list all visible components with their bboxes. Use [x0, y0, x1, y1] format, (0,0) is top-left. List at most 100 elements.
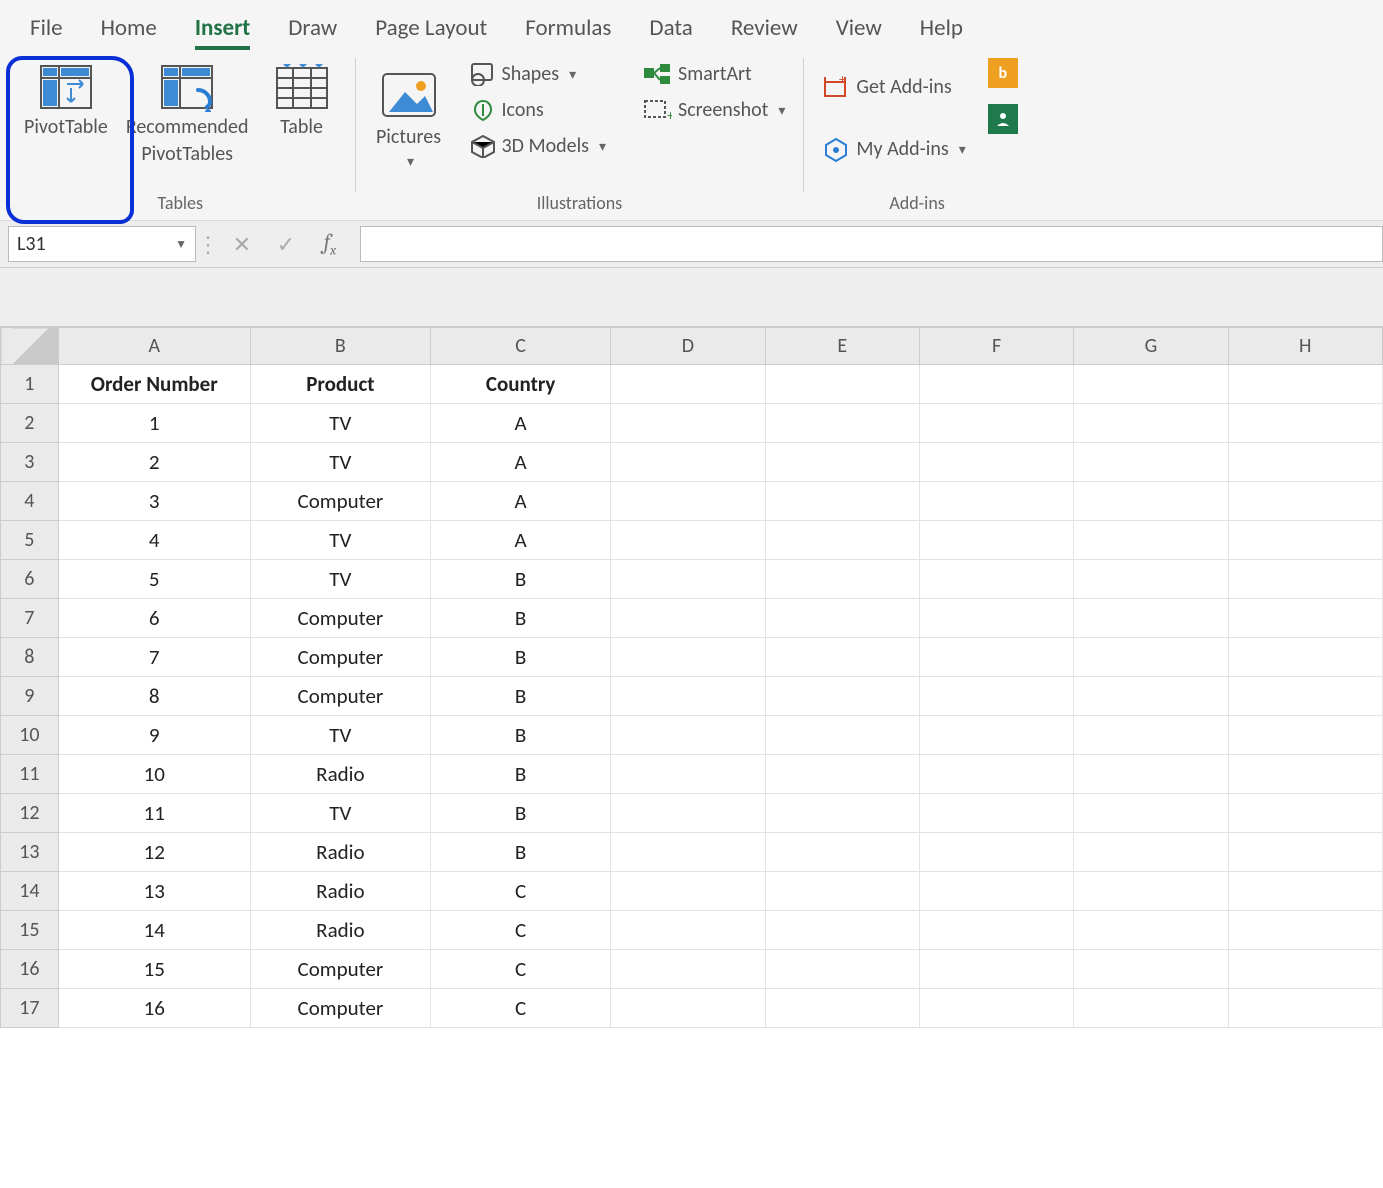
cell-A12[interactable]: 11 [58, 794, 250, 833]
3dmodels-button[interactable]: 3D Models ▾ [464, 130, 613, 162]
tab-home[interactable]: Home [101, 14, 157, 50]
cell-H15[interactable] [1228, 911, 1382, 950]
cell-H2[interactable] [1228, 404, 1382, 443]
cell-H7[interactable] [1228, 599, 1382, 638]
cell-B1[interactable]: Product [250, 365, 430, 404]
tab-data[interactable]: Data [649, 14, 692, 50]
cell-C16[interactable]: C [431, 950, 611, 989]
cell-C14[interactable]: C [431, 872, 611, 911]
cell-G15[interactable] [1074, 911, 1228, 950]
cell-B15[interactable]: Radio [250, 911, 430, 950]
cell-F16[interactable] [919, 950, 1073, 989]
cell-E10[interactable] [765, 716, 919, 755]
row-header-11[interactable]: 11 [1, 755, 59, 794]
column-header-C[interactable]: C [431, 328, 611, 365]
select-all-corner[interactable] [1, 328, 59, 365]
cell-E6[interactable] [765, 560, 919, 599]
cell-A17[interactable]: 16 [58, 989, 250, 1028]
cell-D2[interactable] [611, 404, 765, 443]
cell-A16[interactable]: 15 [58, 950, 250, 989]
cell-C9[interactable]: B [431, 677, 611, 716]
cell-B3[interactable]: TV [250, 443, 430, 482]
cell-D15[interactable] [611, 911, 765, 950]
screenshot-button[interactable]: + Screenshot ▾ [636, 94, 791, 126]
cell-D4[interactable] [611, 482, 765, 521]
spreadsheet-grid[interactable]: ABCDEFGH1Order NumberProductCountry21TVA… [0, 327, 1383, 1028]
cell-C4[interactable]: A [431, 482, 611, 521]
row-header-8[interactable]: 8 [1, 638, 59, 677]
cell-C6[interactable]: B [431, 560, 611, 599]
cell-D16[interactable] [611, 950, 765, 989]
cell-C15[interactable]: C [431, 911, 611, 950]
row-header-14[interactable]: 14 [1, 872, 59, 911]
cancel-formula-button[interactable]: ✕ [220, 231, 264, 258]
cell-B6[interactable]: TV [250, 560, 430, 599]
cell-D12[interactable] [611, 794, 765, 833]
cell-H14[interactable] [1228, 872, 1382, 911]
row-header-9[interactable]: 9 [1, 677, 59, 716]
cell-D7[interactable] [611, 599, 765, 638]
cell-D14[interactable] [611, 872, 765, 911]
cell-F9[interactable] [919, 677, 1073, 716]
tab-formulas[interactable]: Formulas [525, 14, 611, 50]
cell-C8[interactable]: B [431, 638, 611, 677]
tab-page-layout[interactable]: Page Layout [375, 14, 487, 50]
cell-F5[interactable] [919, 521, 1073, 560]
cell-H13[interactable] [1228, 833, 1382, 872]
cell-F13[interactable] [919, 833, 1073, 872]
cell-D5[interactable] [611, 521, 765, 560]
cell-D11[interactable] [611, 755, 765, 794]
cell-A5[interactable]: 4 [58, 521, 250, 560]
cell-E5[interactable] [765, 521, 919, 560]
cell-E15[interactable] [765, 911, 919, 950]
cell-F15[interactable] [919, 911, 1073, 950]
cell-G16[interactable] [1074, 950, 1228, 989]
cell-F12[interactable] [919, 794, 1073, 833]
cell-C7[interactable]: B [431, 599, 611, 638]
insert-function-button[interactable]: fx [308, 229, 352, 258]
cell-H12[interactable] [1228, 794, 1382, 833]
row-header-4[interactable]: 4 [1, 482, 59, 521]
cell-H3[interactable] [1228, 443, 1382, 482]
tab-draw[interactable]: Draw [288, 14, 337, 50]
tab-file[interactable]: File [30, 14, 63, 50]
cell-E12[interactable] [765, 794, 919, 833]
cell-G2[interactable] [1074, 404, 1228, 443]
cell-A11[interactable]: 10 [58, 755, 250, 794]
cell-A10[interactable]: 9 [58, 716, 250, 755]
cell-D17[interactable] [611, 989, 765, 1028]
cell-C17[interactable]: C [431, 989, 611, 1028]
row-header-7[interactable]: 7 [1, 599, 59, 638]
cell-G1[interactable] [1074, 365, 1228, 404]
cell-E8[interactable] [765, 638, 919, 677]
cell-A9[interactable]: 8 [58, 677, 250, 716]
cell-A8[interactable]: 7 [58, 638, 250, 677]
cell-E9[interactable] [765, 677, 919, 716]
cell-G5[interactable] [1074, 521, 1228, 560]
name-box[interactable]: L31 ▼ [8, 226, 196, 262]
cell-E17[interactable] [765, 989, 919, 1028]
cell-E3[interactable] [765, 443, 919, 482]
cell-G14[interactable] [1074, 872, 1228, 911]
cell-H9[interactable] [1228, 677, 1382, 716]
cell-G4[interactable] [1074, 482, 1228, 521]
cell-G6[interactable] [1074, 560, 1228, 599]
cell-F4[interactable] [919, 482, 1073, 521]
cell-E16[interactable] [765, 950, 919, 989]
cell-B13[interactable]: Radio [250, 833, 430, 872]
cell-G9[interactable] [1074, 677, 1228, 716]
cell-C11[interactable]: B [431, 755, 611, 794]
smartart-button[interactable]: SmartArt [636, 58, 791, 90]
cell-D8[interactable] [611, 638, 765, 677]
cell-G12[interactable] [1074, 794, 1228, 833]
chevron-down-icon[interactable]: ▼ [175, 237, 187, 252]
column-header-E[interactable]: E [765, 328, 919, 365]
column-header-B[interactable]: B [250, 328, 430, 365]
cell-F17[interactable] [919, 989, 1073, 1028]
row-header-6[interactable]: 6 [1, 560, 59, 599]
cell-F1[interactable] [919, 365, 1073, 404]
cell-A6[interactable]: 5 [58, 560, 250, 599]
cell-C5[interactable]: A [431, 521, 611, 560]
shapes-button[interactable]: Shapes ▾ [464, 58, 613, 90]
tab-help[interactable]: Help [920, 14, 963, 50]
